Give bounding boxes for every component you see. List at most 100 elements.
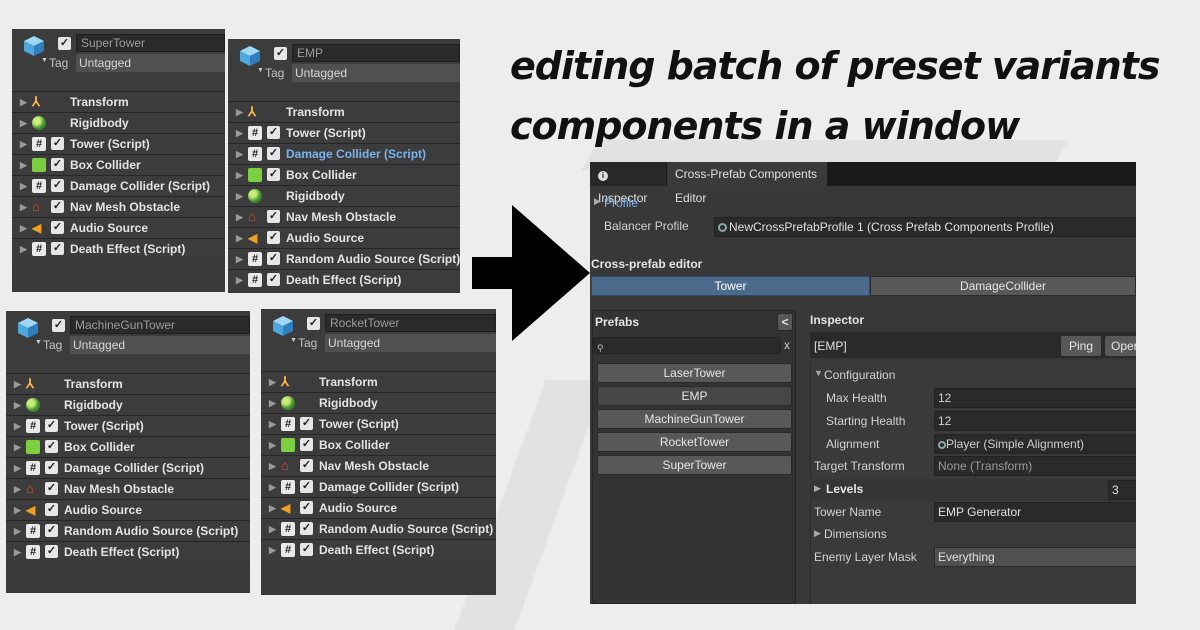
component-row[interactable]: ▶ ◀ ✓ Audio Source: [6, 499, 250, 520]
levels-label[interactable]: Levels: [826, 482, 863, 496]
target-transform-field[interactable]: None (Transform): [934, 456, 1136, 476]
component-row[interactable]: ▶ # ✓ Death Effect (Script): [228, 269, 460, 290]
starting-health-field[interactable]: 12: [934, 411, 1136, 431]
active-checkbox[interactable]: ✓: [58, 37, 71, 50]
foldout-arrow-icon[interactable]: ▶: [20, 155, 27, 175]
tower-name-field[interactable]: EMP Generator: [934, 502, 1136, 522]
component-row[interactable]: ▶ Rigidbody: [12, 112, 225, 133]
component-enabled-checkbox[interactable]: ✓: [45, 440, 58, 453]
chevron-down-icon[interactable]: ▼: [257, 67, 264, 74]
component-enabled-checkbox[interactable]: ✓: [300, 417, 313, 430]
foldout-arrow-icon[interactable]: ▶: [20, 92, 27, 112]
component-row[interactable]: ▶ ◀ ✓ Audio Source: [228, 227, 460, 248]
component-enabled-checkbox[interactable]: ✓: [45, 524, 58, 537]
ping-button[interactable]: Ping: [1060, 335, 1102, 357]
component-enabled-checkbox[interactable]: ✓: [300, 480, 313, 493]
foldout-arrow-icon[interactable]: ▶: [236, 249, 243, 269]
component-row[interactable]: ▶ # ✓ Tower (Script): [228, 122, 460, 143]
foldout-arrow-icon[interactable]: ▶: [269, 456, 276, 476]
component-row[interactable]: ▶ # ✓ Tower (Script): [12, 133, 225, 154]
component-row[interactable]: ▶ # ✓ Death Effect (Script): [6, 541, 250, 562]
component-row[interactable]: ▶ # ✓ Random Audio Source (Script): [228, 248, 460, 269]
object-name-field[interactable]: MachineGunTower: [70, 316, 250, 334]
component-row[interactable]: ▶ ⅄ Transform: [12, 91, 225, 112]
component-row[interactable]: ▶ # ✓ Random Audio Source (Script): [261, 518, 496, 539]
component-row[interactable]: ▶ ⌂ ✓ Nav Mesh Obstacle: [12, 196, 225, 217]
foldout-arrow-icon[interactable]: ▶: [236, 123, 243, 143]
foldout-arrow-icon[interactable]: ▶: [14, 479, 21, 499]
foldout-arrow-icon[interactable]: ▶: [14, 458, 21, 478]
chevron-down-icon[interactable]: ▼: [290, 337, 297, 344]
foldout-arrow-icon[interactable]: ▶: [20, 176, 27, 196]
active-checkbox[interactable]: ✓: [52, 319, 65, 332]
tag-dropdown[interactable]: Untagged: [70, 336, 250, 354]
alignment-field[interactable]: Player (Simple Alignment): [934, 434, 1136, 454]
component-row[interactable]: ▶ ✓ Box Collider: [6, 436, 250, 457]
tag-dropdown[interactable]: Untagged: [76, 54, 225, 72]
foldout-arrow-icon[interactable]: ▶: [236, 165, 243, 185]
foldout-arrow-icon[interactable]: ▶: [14, 416, 21, 436]
component-row[interactable]: ▶ Rigidbody: [261, 392, 496, 413]
component-enabled-checkbox[interactable]: ✓: [300, 459, 313, 472]
active-checkbox[interactable]: ✓: [274, 47, 287, 60]
component-row[interactable]: ▶ ⌂ ✓ Nav Mesh Obstacle: [6, 478, 250, 499]
component-row[interactable]: ▶ # ✓ Death Effect (Script): [261, 539, 496, 560]
component-row[interactable]: ▶ ✓ Box Collider: [261, 434, 496, 455]
prefab-list-item[interactable]: SuperTower: [597, 455, 792, 475]
tag-dropdown[interactable]: Untagged: [292, 64, 460, 82]
component-row[interactable]: ▶ Rigidbody: [6, 394, 250, 415]
component-row[interactable]: ▶ ⅄ Transform: [6, 373, 250, 394]
prefab-search-input[interactable]: ⚲: [593, 337, 781, 354]
component-row[interactable]: ▶ # ✓ Random Audio Source (Script): [6, 520, 250, 541]
foldout-arrow-icon[interactable]: ▶: [269, 477, 276, 497]
component-enabled-checkbox[interactable]: ✓: [300, 522, 313, 535]
foldout-arrow-icon[interactable]: ▶: [236, 186, 243, 206]
foldout-arrow-icon[interactable]: ▶: [269, 498, 276, 518]
foldout-arrow-icon[interactable]: ▶: [269, 414, 276, 434]
component-enabled-checkbox[interactable]: ✓: [267, 252, 280, 265]
component-row[interactable]: ▶ # ✓ Tower (Script): [261, 413, 496, 434]
foldout-arrow-icon[interactable]: ▶: [236, 207, 243, 227]
foldout-arrow-icon[interactable]: ▶: [20, 134, 27, 154]
object-name-field[interactable]: EMP: [292, 44, 460, 62]
component-enabled-checkbox[interactable]: ✓: [45, 503, 58, 516]
foldout-arrow-icon[interactable]: ▶: [20, 197, 27, 217]
component-enabled-checkbox[interactable]: ✓: [51, 179, 64, 192]
foldout-arrow-icon[interactable]: ▶: [14, 395, 21, 415]
component-tab-tower[interactable]: Tower: [591, 276, 870, 296]
foldout-arrow-icon[interactable]: ▶: [269, 435, 276, 455]
foldout-arrow-icon[interactable]: ▶: [20, 113, 27, 133]
object-name-field[interactable]: SuperTower: [76, 34, 225, 52]
component-enabled-checkbox[interactable]: ✓: [267, 126, 280, 139]
foldout-arrow-icon[interactable]: ▶: [269, 519, 276, 539]
prefab-list-item[interactable]: RocketTower: [597, 432, 792, 452]
component-enabled-checkbox[interactable]: ✓: [51, 221, 64, 234]
tag-dropdown[interactable]: Untagged: [325, 334, 496, 352]
foldout-arrow-icon[interactable]: ▶: [269, 540, 276, 560]
prefab-list-item[interactable]: MachineGunTower: [597, 409, 792, 429]
component-enabled-checkbox[interactable]: ✓: [51, 158, 64, 171]
profile-foldout-label[interactable]: Profile: [604, 196, 638, 210]
component-enabled-checkbox[interactable]: ✓: [300, 543, 313, 556]
foldout-arrow-icon[interactable]: ▶: [236, 102, 243, 122]
component-row[interactable]: ▶ ⌂ ✓ Nav Mesh Obstacle: [261, 455, 496, 476]
component-row[interactable]: ▶ # ✓ Damage Collider (Script): [261, 476, 496, 497]
component-enabled-checkbox[interactable]: ✓: [45, 545, 58, 558]
component-enabled-checkbox[interactable]: ✓: [267, 168, 280, 181]
foldout-arrow-icon[interactable]: ▶: [269, 372, 276, 392]
component-enabled-checkbox[interactable]: ✓: [267, 210, 280, 223]
clear-search-button[interactable]: x: [784, 338, 790, 352]
foldout-arrow-icon[interactable]: ▶: [236, 270, 243, 290]
foldout-arrow-icon[interactable]: ▶: [14, 542, 21, 562]
foldout-arrow-icon[interactable]: ▶: [236, 228, 243, 248]
component-row[interactable]: ▶ ◀ ✓ Audio Source: [12, 217, 225, 238]
foldout-arrow-icon[interactable]: ▶: [269, 393, 276, 413]
levels-foldout-icon[interactable]: ▶: [814, 483, 821, 494]
open-button[interactable]: Oper: [1104, 335, 1136, 357]
foldout-arrow-icon[interactable]: ▶: [236, 144, 243, 164]
component-row[interactable]: ▶ ◀ ✓ Audio Source: [261, 497, 496, 518]
configuration-foldout-icon[interactable]: ▼: [814, 368, 823, 378]
chevron-down-icon[interactable]: ▼: [41, 57, 48, 64]
prefab-list-item[interactable]: EMP: [597, 386, 792, 406]
component-enabled-checkbox[interactable]: ✓: [267, 147, 280, 160]
